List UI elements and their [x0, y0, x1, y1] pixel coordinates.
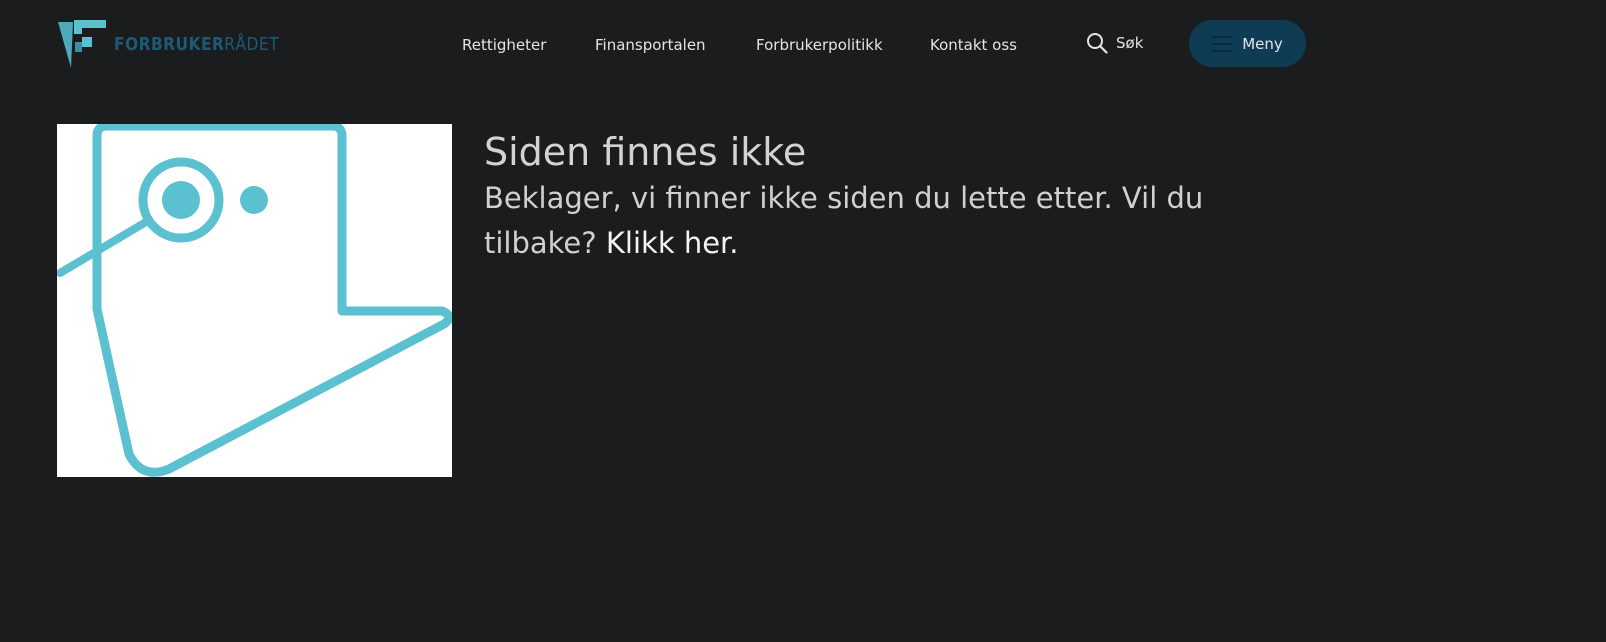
nav-link-kontakt-oss[interactable]: Kontakt oss [930, 36, 1017, 54]
logo-wordmark: FORBRUKERRÅDET [114, 34, 279, 55]
hamburger-icon [1212, 35, 1233, 52]
message-text: Beklager, vi finner ikke siden du lette … [484, 181, 1204, 260]
not-found-message: Beklager, vi finner ikke siden du lette … [484, 176, 1244, 266]
nav-link-forbrukerpolitikk[interactable]: Forbrukerpolitikk [756, 36, 883, 54]
not-found-illustration [57, 124, 452, 477]
search-button[interactable]: Søk [1086, 32, 1143, 54]
page: FORBRUKERRÅDET Rettigheter Finansportale… [0, 0, 1606, 642]
logo-link[interactable]: FORBRUKERRÅDET [58, 20, 306, 70]
search-label: Søk [1116, 34, 1144, 52]
forbrukerradet-logo-icon [58, 20, 106, 68]
search-icon [1087, 33, 1108, 54]
back-link[interactable]: Klikk her. [606, 226, 739, 260]
main-content: Siden finnes ikke Beklager, vi finner ik… [484, 128, 1244, 266]
lost-tag-illustration-icon [57, 124, 452, 477]
nav-link-rettigheter[interactable]: Rettigheter [462, 36, 546, 54]
menu-label: Meny [1242, 34, 1283, 53]
nav-link-finansportalen[interactable]: Finansportalen [595, 36, 706, 54]
site-header: FORBRUKERRÅDET Rettigheter Finansportale… [0, 0, 1606, 90]
menu-button[interactable]: Meny [1189, 20, 1306, 67]
page-title: Siden finnes ikke [484, 130, 807, 174]
